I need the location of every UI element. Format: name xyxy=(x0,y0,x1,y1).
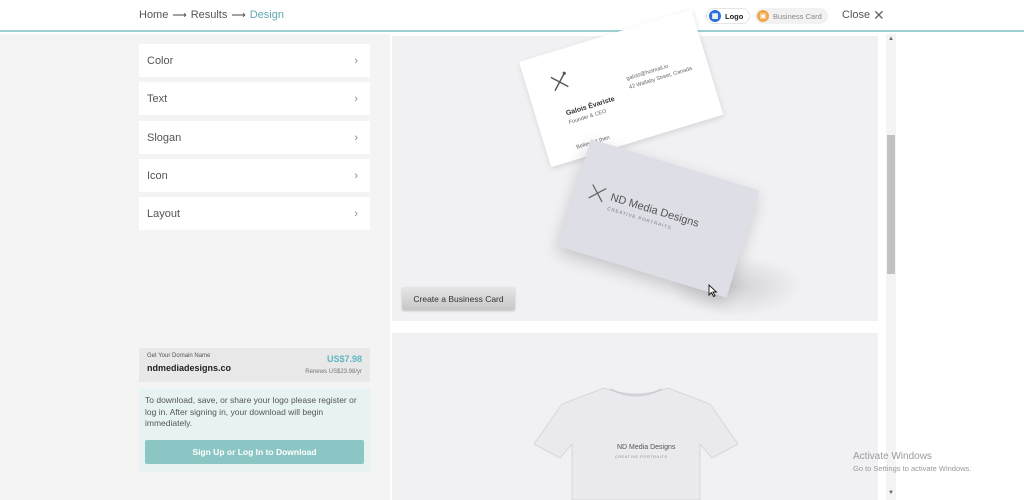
breadcrumb-home[interactable]: Home xyxy=(139,9,168,21)
menu-item-icon[interactable]: Icon › xyxy=(139,159,370,192)
chevron-right-icon: › xyxy=(354,92,358,105)
domain-price: US$7.98 xyxy=(326,354,362,364)
tshirt-brand-tagline: CREATIVE PORTRAITS xyxy=(615,455,668,459)
logo-grid-icon: ▦ xyxy=(709,10,721,22)
scroll-up-arrow-icon[interactable]: ▲ xyxy=(888,36,894,42)
create-business-card-button[interactable]: Create a Business Card xyxy=(402,287,515,310)
business-card-tab-label: Business Card xyxy=(773,11,822,21)
pencil-brush-logo-icon xyxy=(550,71,569,92)
menu-item-layout[interactable]: Layout › xyxy=(139,197,370,230)
menu-item-label: Slogan xyxy=(147,131,182,144)
close-label[interactable]: Close xyxy=(842,9,870,21)
breadcrumb-current: Design xyxy=(249,9,284,21)
breadcrumb: Home ⟶ Results ⟶ Design xyxy=(139,9,284,21)
mouse-cursor-icon xyxy=(708,284,718,297)
top-bar: Home ⟶ Results ⟶ Design ▦ Logo ▣ Busines… xyxy=(0,0,1024,32)
download-text: To download, save, or share your logo pl… xyxy=(145,395,357,428)
menu-item-label: Color xyxy=(147,54,174,67)
activate-windows-title: Activate Windows xyxy=(853,451,932,462)
business-card-tab-pill[interactable]: ▣ Business Card xyxy=(755,8,828,24)
breadcrumb-results[interactable]: Results xyxy=(191,9,228,21)
pencil-brush-logo-icon xyxy=(588,184,607,203)
close-icon[interactable]: ✕ xyxy=(873,7,885,24)
menu-item-label: Text xyxy=(147,92,168,105)
download-notice: To download, save, or share your logo pl… xyxy=(139,389,370,472)
chevron-right-icon: › xyxy=(354,169,358,182)
chevron-right-icon: › xyxy=(354,207,358,220)
domain-renew-price: Renews US$23.98/yr xyxy=(305,369,362,375)
scroll-down-arrow-icon[interactable]: ▼ xyxy=(888,490,894,496)
tshirt-image xyxy=(534,387,738,500)
scrollbar-thumb[interactable] xyxy=(887,135,895,274)
domain-offer[interactable]: Get Your Domain Name ndmediadesigns.co U… xyxy=(139,348,370,382)
chevron-right-icon: › xyxy=(354,131,358,144)
sign-up-download-button[interactable]: Sign Up or Log In to Download xyxy=(145,440,364,464)
menu-item-slogan[interactable]: Slogan › xyxy=(139,121,370,154)
vertical-scrollbar[interactable]: ▲ ▼ xyxy=(886,34,896,500)
menu-item-text[interactable]: Text › xyxy=(139,82,370,115)
tshirt-brand-name: ND Media Designs xyxy=(617,444,676,451)
menu-item-color[interactable]: Color › xyxy=(139,44,370,77)
breadcrumb-separator: ⟶ xyxy=(172,9,187,21)
menu-item-label: Layout xyxy=(147,207,181,220)
card-icon: ▣ xyxy=(757,10,769,22)
activate-windows-subtitle: Go to Settings to activate Windows. xyxy=(853,464,972,473)
logo-tab-pill[interactable]: ▦ Logo xyxy=(706,8,751,24)
menu-item-label: Icon xyxy=(147,169,168,182)
logo-tab-label: Logo xyxy=(725,11,744,21)
breadcrumb-separator: ⟶ xyxy=(231,9,246,21)
chevron-right-icon: › xyxy=(354,54,358,67)
